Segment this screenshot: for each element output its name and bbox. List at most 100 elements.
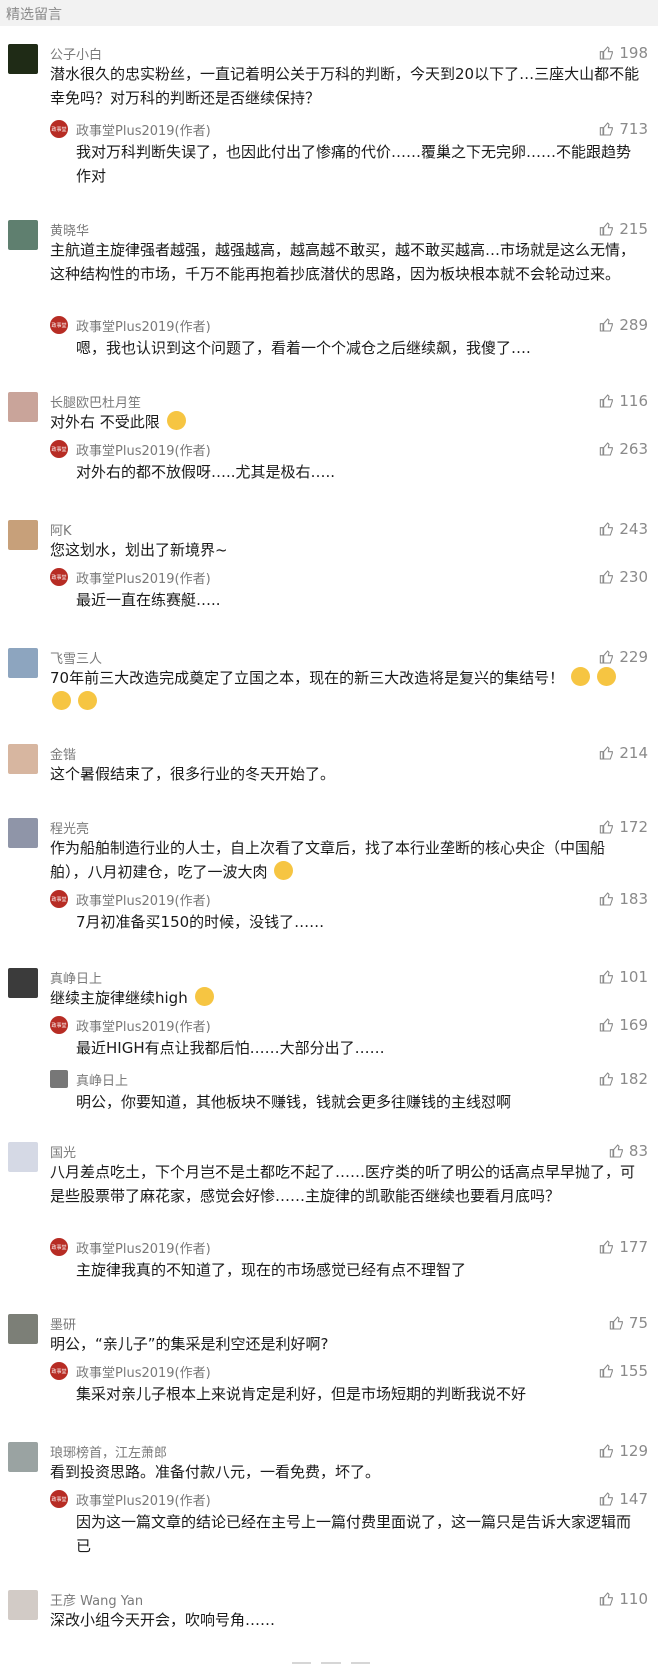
like-button[interactable]: 129 <box>599 1442 648 1460</box>
like-button[interactable]: 110 <box>599 1590 648 1608</box>
avatar[interactable] <box>8 220 38 250</box>
reply-text: 对外右的都不放假呀…..尤其是极右….. <box>76 463 336 481</box>
like-button[interactable]: 229 <box>599 648 648 666</box>
like-count: 116 <box>619 392 648 410</box>
like-button[interactable]: 101 <box>599 968 648 986</box>
like-button[interactable]: 172 <box>599 818 648 836</box>
avatar[interactable] <box>8 1442 38 1472</box>
reply-author: 政事堂Plus2019(作者) <box>76 1366 211 1381</box>
comment-item: 程光亮 172 作为船舶制造行业的人士，自上次看了文章后，找了本行业垄断的核心央… <box>0 810 658 946</box>
author-avatar: 政事堂 <box>50 1362 68 1380</box>
comment-item: 国光 83 八月差点吃土，下个月岂不是土都吃不起了……医疗类的听了明公的话高点早… <box>0 1134 658 1296</box>
reply-author: 政事堂Plus2019(作者) <box>76 1242 211 1257</box>
reply-author: 政事堂Plus2019(作者) <box>76 894 211 909</box>
like-count: 229 <box>619 648 648 666</box>
thumbs-up-icon <box>600 1018 614 1032</box>
reply-text: 最近一直在练赛艇….. <box>76 591 221 609</box>
like-count: 183 <box>619 890 648 908</box>
thumbs-up-icon <box>600 122 614 136</box>
avatar[interactable] <box>8 520 38 550</box>
comment-text: 主航道主旋律强者越强，越强越高，越高越不敢买，越不敢买越高…市场就是这么无情，这… <box>50 241 636 283</box>
comment-text-content: 作为船舶制造行业的人士，自上次看了文章后，找了本行业垄断的核心央企（中国船舶），… <box>50 839 606 881</box>
reply-like-button[interactable]: 155 <box>599 1362 648 1380</box>
like-count: 263 <box>619 440 648 458</box>
cat-emoji-icon <box>166 411 186 430</box>
avatar[interactable] <box>8 648 38 678</box>
comment-text: 八月差点吃土，下个月岂不是土都吃不起了……医疗类的听了明公的话高点早早抛了，可是… <box>50 1163 636 1205</box>
comment-author[interactable]: 阿K <box>50 520 72 539</box>
reply-author: 政事堂Plus2019(作者) <box>76 1494 211 1509</box>
reply-like-button[interactable]: 713 <box>599 120 648 138</box>
thumbs-up-icon <box>600 1240 614 1254</box>
reply-like-button[interactable]: 169 <box>599 1016 648 1034</box>
comment-author[interactable]: 琅琊榜首，江左萧郎 <box>50 1442 167 1461</box>
comment-author[interactable]: 墨研 <box>50 1314 76 1333</box>
pagination-indicator <box>292 1662 370 1664</box>
comment-item: 王彦 Wang Yan 110 深改小组今天开会，吹响号角…… <box>0 1582 658 1652</box>
avatar[interactable] <box>8 1142 38 1172</box>
thumbs-up-icon <box>600 1592 614 1606</box>
reply-text: 集采对亲儿子根本上来说肯定是利好，但是市场短期的判断我说不好 <box>76 1385 527 1403</box>
avatar[interactable] <box>8 1590 38 1620</box>
reply-text: 最近HIGH有点让我都后怕……大部分出了…… <box>76 1039 385 1057</box>
author-avatar: 政事堂 <box>50 1490 68 1508</box>
like-count: 129 <box>619 1442 648 1460</box>
comment-author[interactable]: 黄晓华 <box>50 220 89 239</box>
comment-text: 潜水很久的忠实粉丝，一直记着明公关于万科的判断，今天到20以下了…三座大山都不能… <box>50 65 640 107</box>
like-button[interactable]: 198 <box>599 44 648 62</box>
comment-author[interactable]: 公子小白 <box>50 44 102 63</box>
like-button[interactable]: 116 <box>599 392 648 410</box>
thumbs-up-icon <box>600 1492 614 1506</box>
comment-author[interactable]: 程光亮 <box>50 818 89 837</box>
reply-text: 嗯，我也认识到这个问题了，看着一个个减仓之后继续飙，我傻了…. <box>76 339 531 357</box>
like-count: 713 <box>619 120 648 138</box>
like-button[interactable]: 214 <box>599 744 648 762</box>
like-count: 147 <box>619 1490 648 1508</box>
reply-like-button[interactable]: 182 <box>599 1070 648 1088</box>
comment-text: 深改小组今天开会，吹响号角…… <box>50 1611 276 1629</box>
avatar[interactable] <box>8 392 38 422</box>
avatar[interactable] <box>8 44 38 74</box>
comment-text: 继续主旋律继续high <box>50 986 640 1010</box>
reply-like-button[interactable]: 147 <box>599 1490 648 1508</box>
comment-author[interactable]: 飞雪三人 <box>50 648 102 667</box>
section-title: 精选留言 <box>6 7 62 23</box>
comment-author[interactable]: 真峥日上 <box>50 968 102 987</box>
reply-like-button[interactable]: 289 <box>599 316 648 334</box>
comment-text: 这个暑假结束了，很多行业的冬天开始了。 <box>50 765 336 783</box>
avatar[interactable] <box>8 1314 38 1344</box>
comment-author[interactable]: 金锴 <box>50 744 76 763</box>
flushed-emoji-icon <box>77 691 97 710</box>
like-count: 215 <box>619 220 648 238</box>
thumbs-up-icon <box>600 222 614 236</box>
reply-like-button[interactable]: 230 <box>599 568 648 586</box>
reply-text: 我对万科判断失误了，也因此付出了惨痛的代价……覆巢之下无完卵……不能跟趋势作对 <box>76 143 632 185</box>
comment-author[interactable]: 王彦 Wang Yan <box>50 1590 143 1609</box>
reply-author: 政事堂Plus2019(作者) <box>76 1020 211 1035</box>
like-count: 198 <box>619 44 648 62</box>
avatar[interactable] <box>8 744 38 774</box>
thumbs-up-icon <box>609 1144 623 1158</box>
like-button[interactable]: 215 <box>599 220 648 238</box>
thumbs-up-icon <box>600 892 614 906</box>
avatar[interactable] <box>8 818 38 848</box>
comment-item: 飞雪三人 229 70年前三大改造完成奠定了立国之本，现在的新三大改造将是复兴的… <box>0 640 658 720</box>
comment-author[interactable]: 国光 <box>50 1142 76 1161</box>
author-avatar: 政事堂 <box>50 120 68 138</box>
avatar[interactable] <box>8 968 38 998</box>
comment-item: 长腿欧巴杜月笙 116 对外右 不受此限 政事堂 政事堂Plus2019(作者)… <box>0 384 658 494</box>
reply-user-avatar <box>50 1070 68 1088</box>
author-avatar: 政事堂 <box>50 1016 68 1034</box>
like-count: 214 <box>619 744 648 762</box>
like-button[interactable]: 75 <box>609 1314 648 1332</box>
comment-author[interactable]: 长腿欧巴杜月笙 <box>50 392 141 411</box>
like-button[interactable]: 243 <box>599 520 648 538</box>
thumbs-up-icon <box>600 46 614 60</box>
heart-eyes-emoji-icon <box>194 987 214 1006</box>
reply-like-button[interactable]: 177 <box>599 1238 648 1256</box>
reply-like-button[interactable]: 263 <box>599 440 648 458</box>
reply-like-button[interactable]: 183 <box>599 890 648 908</box>
author-avatar: 政事堂 <box>50 440 68 458</box>
like-button[interactable]: 83 <box>609 1142 648 1160</box>
flushed-emoji-icon <box>596 667 616 686</box>
